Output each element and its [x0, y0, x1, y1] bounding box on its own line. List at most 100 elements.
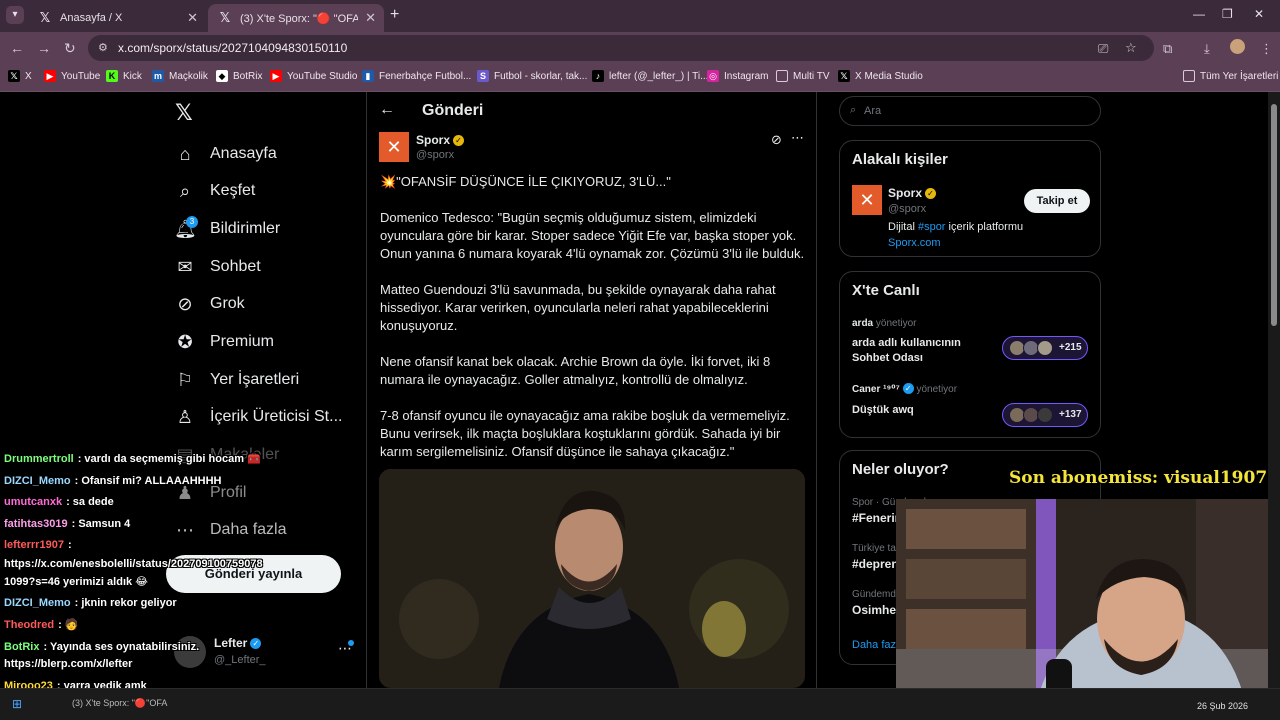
bookmark-tiktok[interactable]: ♪ lefter (@_lefter_) | Ti... — [592, 70, 708, 82]
person-name[interactable]: Sporx ✓ — [888, 186, 937, 200]
nav-explore[interactable]: ⌕ Keşfet — [174, 179, 255, 203]
url-text: x.com/sporx/status/2027104094830150110 — [118, 41, 348, 55]
bookmark-youtube-studio[interactable]: ▶ YouTube Studio — [270, 70, 357, 82]
author-avatar[interactable]: ✕ — [379, 132, 409, 162]
avatar — [1037, 407, 1053, 423]
bookmark-mackolik[interactable]: m Maçkolik — [152, 70, 208, 82]
author-name[interactable]: Sporx ✓ — [416, 133, 465, 147]
close-tab-icon[interactable]: ✕ — [365, 10, 376, 26]
bookmark-botrix[interactable]: ◆ BotRix — [216, 70, 262, 82]
hashtag-link[interactable]: #spor — [918, 221, 946, 233]
space-listeners-pill[interactable]: +137 — [1002, 403, 1088, 427]
tab-search-button[interactable]: ▾ — [6, 6, 24, 24]
space-host: arda yönetiyor — [852, 318, 917, 329]
taskbar-app-label[interactable]: (3) X'te Sporx: "🔴"OFA — [72, 698, 167, 709]
nav-bookmarks[interactable]: ⚐ Yer İşaretleri — [174, 368, 299, 392]
maximize-button[interactable]: ❐ — [1222, 7, 1233, 21]
bookmark-star-icon[interactable]: ☆ — [1125, 40, 1137, 56]
chat-username: fatihtas3019 — [4, 518, 68, 530]
chat-message: umutcanxk: sa dede — [4, 496, 114, 508]
show-more-link[interactable]: Daha faz — [852, 639, 896, 651]
nav-creator-studio[interactable]: ♙ İçerik Üreticisi St... — [174, 405, 343, 429]
profile-avatar-icon[interactable] — [1230, 39, 1245, 54]
mail-icon: ✉ — [177, 256, 193, 277]
close-window-button[interactable]: ✕ — [1254, 7, 1264, 21]
chat-text: : Yayında ses oynatabilirsiniz. — [43, 641, 200, 653]
person-handle[interactable]: @sporx — [888, 203, 926, 215]
scrollbar-thumb[interactable] — [1271, 104, 1277, 326]
space-title[interactable]: Düştük awq — [852, 403, 914, 418]
nav-grok[interactable]: ⊘ Grok — [174, 292, 244, 316]
browser-tab-post[interactable]: 𝕏 (3) X'te Sporx: "🔴 "OFANSİF DÜ ✕ — [208, 4, 384, 32]
trend-name[interactable]: #Fenerir — [852, 511, 899, 525]
person-bio: Dijital #spor içerik platformu — [888, 221, 1024, 233]
nav-home[interactable]: ⌂ Anasayfa — [174, 142, 277, 166]
live-spaces-card: X'te Canlı arda yönetiyor arda adlı kull… — [839, 271, 1101, 438]
all-bookmarks[interactable]: Tüm Yer İşaretleri — [1183, 70, 1278, 82]
post-image[interactable] — [379, 469, 805, 688]
forward-button[interactable]: → — [37, 40, 51, 56]
bookmark-instagram[interactable]: ◎ Instagram — [707, 70, 768, 82]
trend-name[interactable]: #depren — [852, 557, 899, 571]
chat-text: : — [67, 539, 72, 551]
address-bar[interactable]: ⚙ x.com/sporx/status/2027104094830150110… — [88, 35, 1154, 61]
install-app-icon[interactable]: ⎚ — [1098, 41, 1108, 57]
nav-chat[interactable]: ✉ Sohbet — [174, 255, 260, 279]
minimize-button[interactable]: — — [1193, 7, 1205, 21]
space-host: Caner ¹⁹⁰⁷ ✓ yönetiyor — [852, 383, 958, 395]
chat-username: Drummertroll — [4, 453, 74, 465]
extensions-icon[interactable]: ⧉ — [1163, 41, 1172, 57]
scrollbar[interactable] — [1268, 92, 1280, 688]
space-listeners-pill[interactable]: +215 — [1002, 336, 1088, 360]
follow-button[interactable]: Takip et — [1024, 189, 1090, 213]
fenerbahce-icon: ▮ — [362, 70, 374, 82]
page-title: Gönderi — [422, 102, 484, 119]
search-input[interactable]: ⌕ Ara — [839, 96, 1101, 126]
post-text-headline: 💥"OFANSİF DÜŞÜNCE İLE ÇIKIYORUZ, 3'LÜ...… — [380, 174, 671, 189]
bookmark-futbol[interactable]: S Futbol - skorlar, tak... — [477, 70, 587, 82]
bookmark-multi-tv[interactable]: Multi TV — [776, 70, 830, 82]
x-logo-icon[interactable]: 𝕏 — [175, 100, 193, 126]
downloads-icon[interactable]: ⤓ — [1204, 41, 1210, 57]
tiktok-icon: ♪ — [592, 70, 604, 82]
browser-tab-home[interactable]: 𝕏 Anasayfa / X ✕ — [28, 4, 206, 32]
bookmark-x-media-studio[interactable]: 𝕏X Media Studio — [838, 70, 923, 82]
chat-message: DIZCI_Memo: Ofansif mi? ALLAAAHHHH — [4, 475, 222, 487]
nav-premium[interactable]: ✪ Premium — [174, 330, 274, 354]
trend-name[interactable]: Osimher — [852, 603, 901, 617]
avatar — [1037, 340, 1053, 356]
webcam-feed — [896, 499, 1268, 705]
space-title[interactable]: arda adlı kullanıcının Sohbet Odası — [852, 336, 992, 366]
grok-icon: ⊘ — [177, 293, 193, 314]
bookmark-youtube[interactable]: ▶ YouTube — [44, 70, 100, 82]
os-taskbar: ⊞ (3) X'te Sporx: "🔴"OFA 26 Şub 2026 — [0, 688, 1280, 720]
menu-icon[interactable]: ⋮ — [1260, 41, 1273, 57]
search-placeholder: Ara — [864, 105, 882, 117]
new-tab-button[interactable]: + — [390, 6, 399, 24]
author-handle[interactable]: @sporx — [416, 149, 454, 161]
bookmark-kick[interactable]: K Kick — [106, 70, 142, 82]
grok-explain-icon[interactable]: ⊘ — [771, 132, 782, 148]
post-column: ← Gönderi ✕ Sporx ✓ @sporx ⊘ ⋯ 💥"OFANSİF … — [366, 92, 817, 688]
close-tab-icon[interactable]: ✕ — [187, 10, 198, 26]
bookmark-fenerbahce[interactable]: ▮ Fenerbahçe Futbol... — [362, 70, 471, 82]
bookmark-x[interactable]: 𝕏X — [8, 70, 32, 82]
trend-category: Gündemd — [852, 589, 896, 600]
back-arrow-icon[interactable]: ← — [379, 101, 395, 119]
youtube-studio-icon: ▶ — [270, 70, 282, 82]
chat-text: : sa dede — [66, 496, 114, 508]
chat-message: DIZCI_Memo: jknin rekor geliyor — [4, 597, 177, 609]
site-info-icon[interactable]: ⚙ — [98, 41, 108, 54]
tab-title: (3) X'te Sporx: "🔴 "OFANSİF DÜ — [240, 12, 358, 25]
windows-start-icon[interactable]: ⊞ — [12, 697, 22, 711]
verified-gold-badge-icon: ✓ — [453, 135, 465, 146]
reload-button[interactable]: ↻ — [64, 40, 76, 57]
avatar[interactable]: ✕ — [852, 185, 882, 215]
verified-gold-badge-icon: ✓ — [925, 188, 937, 199]
more-options-icon[interactable]: ⋯ — [791, 130, 804, 146]
unread-dot — [348, 640, 354, 646]
person-website-link[interactable]: Sporx.com — [888, 237, 941, 249]
back-button[interactable]: ← — [10, 40, 24, 56]
chat-username: Theodred — [4, 619, 55, 631]
chat-message: fatihtas3019: Samsun 4 — [4, 518, 130, 530]
